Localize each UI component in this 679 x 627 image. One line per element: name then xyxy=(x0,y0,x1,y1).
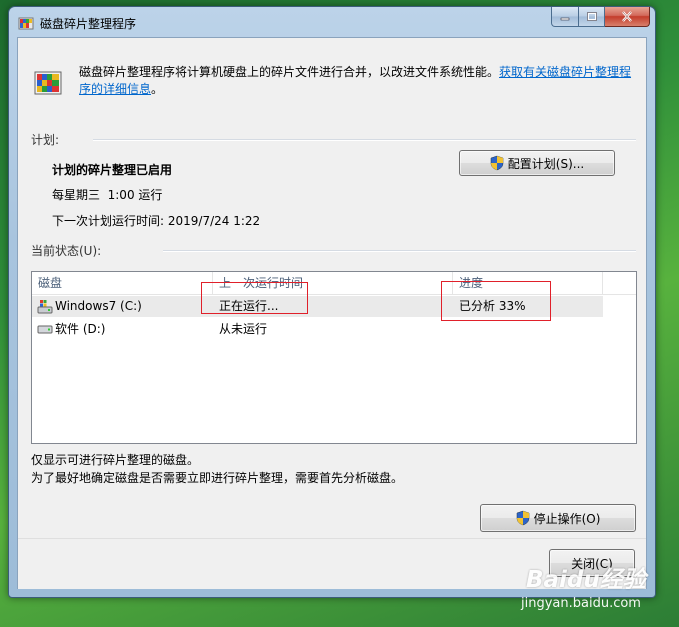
schedule-group-label: 计划: xyxy=(31,133,60,147)
minimize-icon xyxy=(560,17,570,20)
disk-row-d[interactable]: 软件 (D:) 从未运行 xyxy=(32,319,603,340)
system-drive-icon xyxy=(37,300,53,314)
column-disk[interactable]: 磁盘 xyxy=(32,272,213,294)
stop-operation-label: 停止操作(O) xyxy=(533,511,601,526)
schedule-status: 计划的碎片整理已启用 xyxy=(52,163,173,177)
annotation-box-last-run xyxy=(201,282,308,314)
stop-operation-button[interactable]: 停止操作(O) xyxy=(480,504,636,532)
close-icon xyxy=(622,11,632,22)
defrag-header-icon xyxy=(34,71,62,95)
disk-last-run: 从未运行 xyxy=(219,322,268,336)
schedule-frequency: 每星期三 1:00 运行 xyxy=(52,188,163,202)
caption-buttons xyxy=(551,7,650,27)
close-window-button[interactable] xyxy=(605,7,650,27)
intro-description: 磁盘碎片整理程序将计算机硬盘上的碎片文件进行合并，以改进文件系统性能。 xyxy=(79,65,500,79)
annotation-box-progress xyxy=(441,281,551,321)
configure-schedule-label: 配置计划(S)... xyxy=(507,156,585,171)
maximize-icon xyxy=(586,11,597,21)
uac-shield-icon xyxy=(490,155,504,171)
minimize-button[interactable] xyxy=(551,7,579,27)
drive-icon xyxy=(37,325,53,334)
schedule-next-run: 下一次计划运行时间: 2019/7/24 1:22 xyxy=(52,214,261,228)
window-title: 磁盘碎片整理程序 xyxy=(40,17,137,31)
status-group-label: 当前状态(U): xyxy=(31,244,102,258)
disk-name: Windows7 (C:) xyxy=(55,299,142,313)
title-bar[interactable]: 磁盘碎片整理程序 xyxy=(9,7,655,37)
schedule-divider xyxy=(93,139,636,141)
footnote-line-1: 仅显示可进行碎片整理的磁盘。 xyxy=(31,453,200,467)
disk-name: 软件 (D:) xyxy=(55,322,106,336)
watermark-url: jingyan.baidu.com xyxy=(521,596,641,611)
defrag-app-icon xyxy=(18,17,34,30)
watermark-brand: Baidu经验 xyxy=(526,567,646,593)
defrag-window: 磁盘碎片整理程序 磁盘碎片整理程序将计算机硬盘上的碎片文件进行合并，以改进文件系… xyxy=(8,6,656,598)
intro-text: 磁盘碎片整理程序将计算机硬盘上的碎片文件进行合并，以改进文件系统性能。获取有关磁… xyxy=(79,64,639,98)
footnote-line-2: 为了最好地确定磁盘是否需要立即进行碎片整理，需要首先分析磁盘。 xyxy=(31,471,404,485)
dialog-client: 磁盘碎片整理程序将计算机硬盘上的碎片文件进行合并，以改进文件系统性能。获取有关磁… xyxy=(17,37,647,589)
uac-shield-icon xyxy=(516,510,529,526)
configure-schedule-button[interactable]: 配置计划(S)... xyxy=(459,150,615,176)
status-divider xyxy=(163,250,636,252)
maximize-button[interactable] xyxy=(579,7,605,27)
intro-suffix: 。 xyxy=(151,82,164,96)
